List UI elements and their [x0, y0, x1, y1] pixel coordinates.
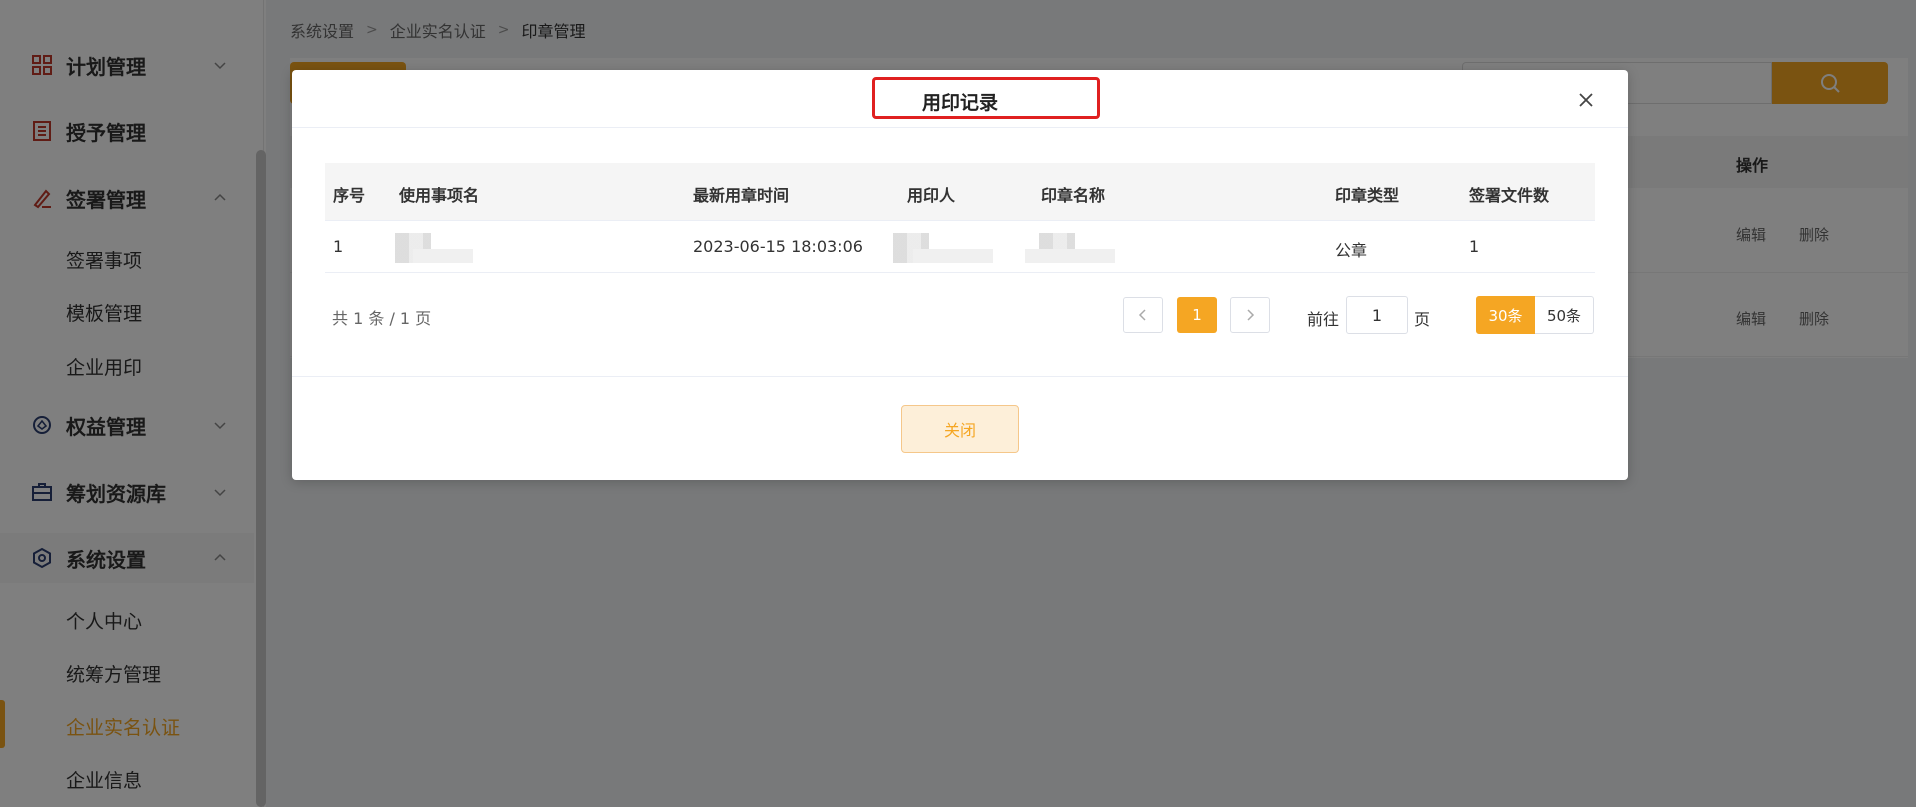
column-header: 最新用章时间 [693, 186, 790, 205]
page-size-30[interactable]: 30条 [1476, 296, 1535, 334]
chevron-left-icon [1138, 309, 1146, 321]
column-header: 用印人 [907, 186, 956, 205]
cell-latest-time: 2023-06-15 18:03:06 [693, 237, 863, 256]
chevron-right-icon [1247, 309, 1255, 321]
page-unit-label: 页 [1414, 310, 1431, 329]
column-header: 序号 [333, 186, 366, 205]
table-row: 1 2023-06-15 18:03:06 公章 1 [325, 221, 1595, 273]
column-header: 签署文件数 [1469, 186, 1550, 205]
page-size-selector: 30条 50条 [1476, 296, 1594, 334]
cell-seal-type: 公章 [1335, 241, 1368, 260]
cell-index: 1 [333, 237, 344, 256]
goto-page-input[interactable] [1346, 296, 1408, 334]
title-highlight-box [872, 77, 1100, 119]
column-header: 使用事项名 [399, 186, 480, 205]
column-header: 印章类型 [1335, 186, 1400, 205]
close-icon [1579, 93, 1593, 107]
pagination-total: 共 1 条 / 1 页 [332, 309, 432, 328]
page-number-button[interactable]: 1 [1177, 297, 1217, 333]
cell-file-count: 1 [1469, 237, 1480, 256]
redacted-seal-name [1025, 249, 1115, 263]
dialog-close-button[interactable] [1575, 89, 1597, 111]
redacted-user [913, 249, 993, 263]
footer-divider [292, 376, 1628, 377]
goto-label: 前往 [1307, 310, 1340, 329]
seal-usage-dialog: 用印记录 序号 使用事项名 最新用章时间 用印人 印章名称 印章类型 签署文件数… [292, 70, 1628, 480]
page-size-50[interactable]: 50条 [1535, 296, 1594, 334]
close-button[interactable]: 关闭 [901, 405, 1019, 453]
table-header: 序号 使用事项名 最新用章时间 用印人 印章名称 印章类型 签署文件数 [325, 163, 1595, 221]
dialog-header: 用印记录 [292, 70, 1628, 128]
column-header: 印章名称 [1041, 186, 1106, 205]
next-page-button[interactable] [1230, 297, 1270, 333]
redacted-item-name [413, 249, 473, 263]
prev-page-button[interactable] [1123, 297, 1163, 333]
